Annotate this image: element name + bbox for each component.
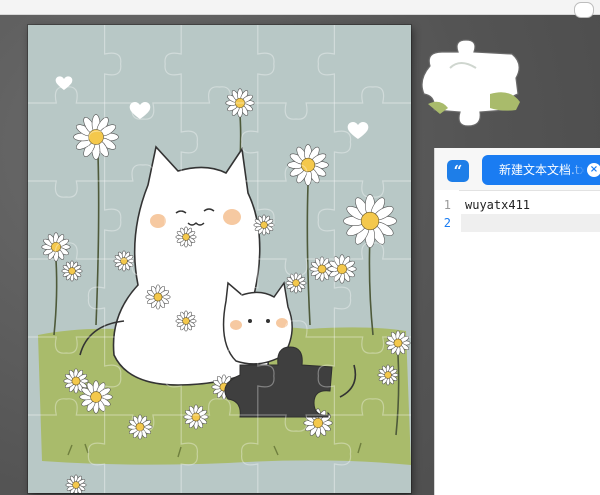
daisy-flower xyxy=(343,194,397,248)
loose-puzzle-piece[interactable] xyxy=(420,38,528,128)
daisy-flower xyxy=(61,260,83,282)
quote-app-icon[interactable]: “ xyxy=(447,160,469,182)
puzzle-piece-icon xyxy=(421,39,520,127)
line-number-active: 2 xyxy=(443,216,451,230)
tab-title: 新建文本文档.txt xyxy=(499,163,585,177)
puzzle-board[interactable] xyxy=(28,25,411,493)
text-line[interactable]: wuyatx411 xyxy=(465,196,600,214)
line-number-gutter: 1 2 xyxy=(435,190,459,495)
puzzle-workspace[interactable]: “ 新建文本文档.txt × 1 2 wuyatx411 xyxy=(0,0,600,495)
text-line-active[interactable] xyxy=(465,214,600,232)
tab-close-icon[interactable]: × xyxy=(587,163,600,177)
line-number: 1 xyxy=(443,198,451,212)
text-editor-window[interactable]: “ 新建文本文档.txt × 1 2 wuyatx411 xyxy=(434,148,600,495)
window-top-strip xyxy=(0,0,600,18)
quote-glyph: “ xyxy=(453,161,463,180)
window-control[interactable] xyxy=(574,2,594,18)
daisy-flower xyxy=(113,250,135,272)
editor-toolbar: “ 新建文本文档.txt × xyxy=(435,148,600,191)
daisy-flower xyxy=(285,272,307,294)
tab-new-text-document[interactable]: 新建文本文档.txt × xyxy=(482,155,600,185)
piece-edge-horizontal xyxy=(28,86,411,120)
puzzle-image xyxy=(28,25,411,493)
daisy-flower xyxy=(65,474,87,493)
